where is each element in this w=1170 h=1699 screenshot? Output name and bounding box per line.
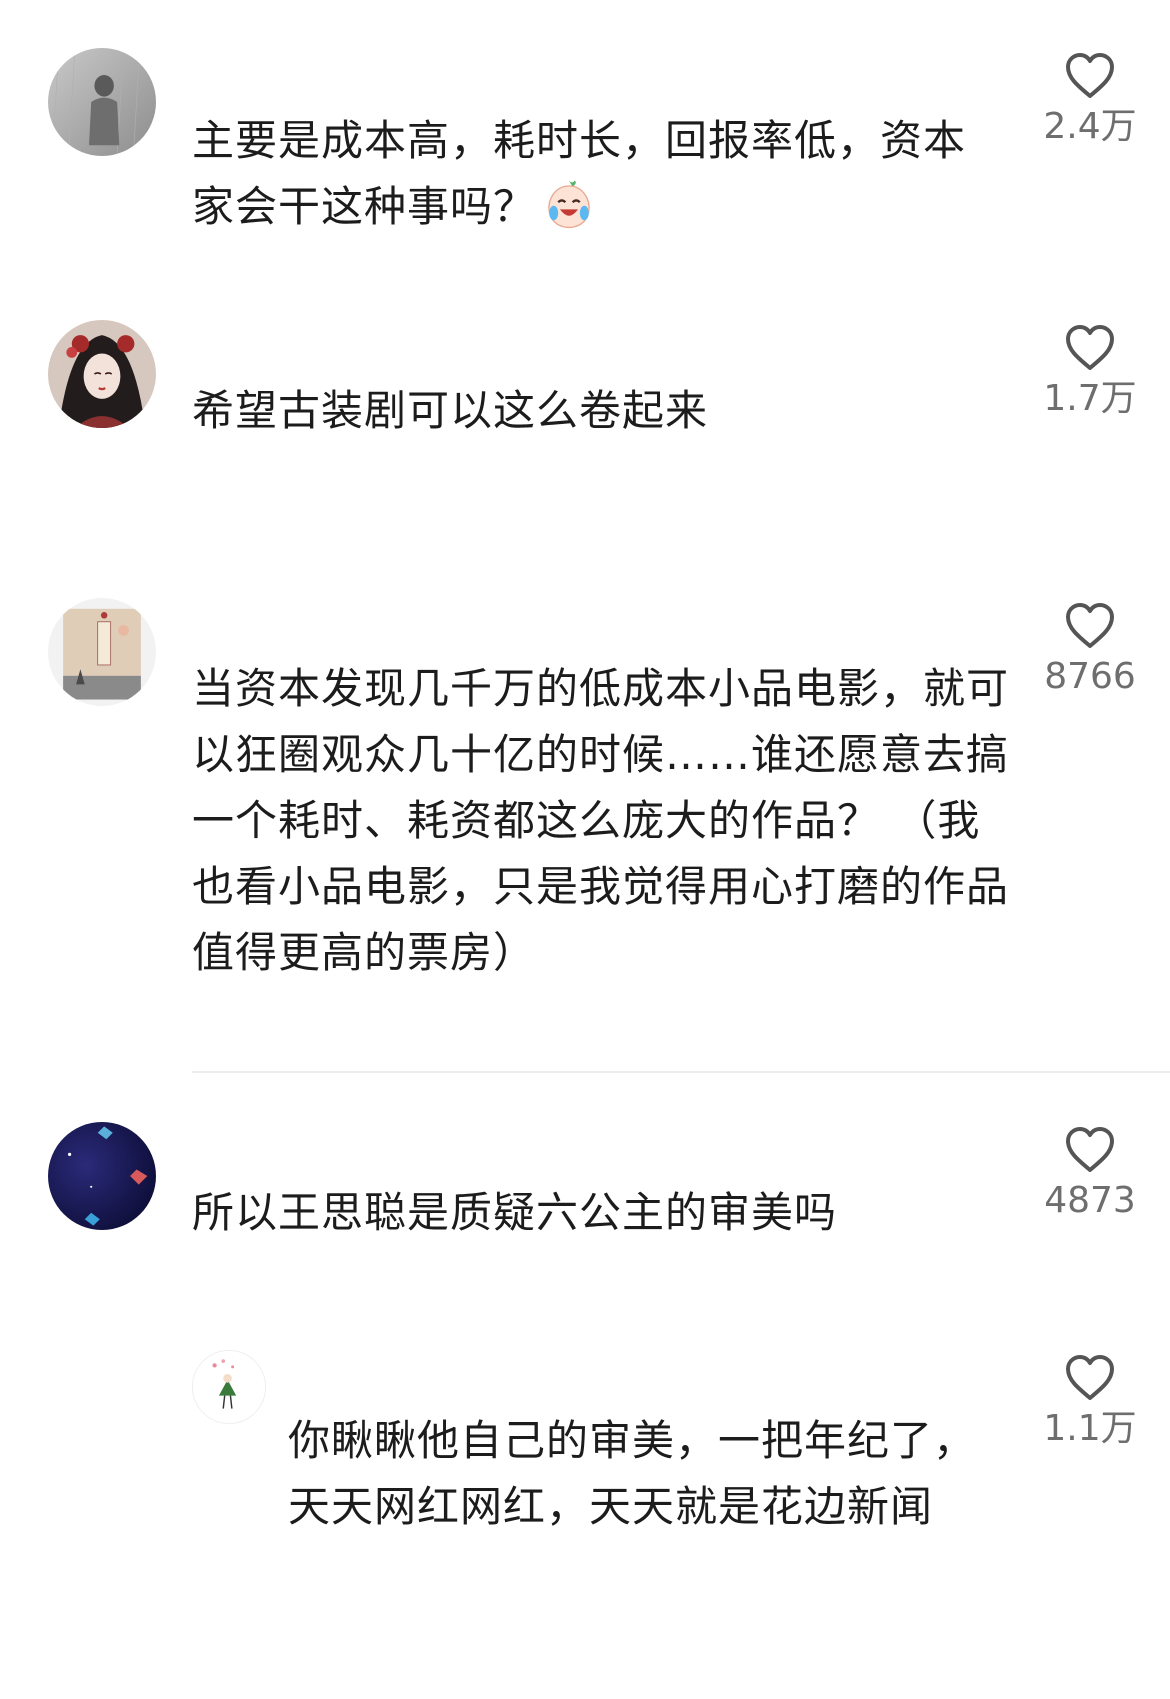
avatar-image (193, 1351, 265, 1423)
like-count: 1.1万 (1043, 1408, 1137, 1449)
heart-outline-icon (1066, 1355, 1114, 1400)
avatar-image (48, 320, 156, 428)
user-avatar[interactable] (192, 1350, 266, 1424)
like-button[interactable]: 8766 (1030, 602, 1150, 698)
like-button[interactable]: 2.4万 (1030, 52, 1150, 148)
heart-outline-icon (1066, 1127, 1114, 1172)
avatar-image (48, 598, 156, 706)
like-count: 2.4万 (1043, 106, 1137, 147)
comment-text: 你瞅瞅他自己的审美，一把年纪了，天天网红网红，天天就是花边新闻 (288, 1416, 977, 1531)
heart-outline-icon (1066, 603, 1114, 648)
like-button[interactable]: 1.7万 (1030, 324, 1150, 420)
avatar-image (48, 1122, 156, 1230)
heart-outline-icon (1066, 325, 1114, 370)
comment-text: 当资本发现几千万的低成本小品电影，就可以狂圈观众几十亿的时候……谁还愿意去搞一个… (192, 664, 1010, 977)
heart-outline-icon (1066, 53, 1114, 98)
divider (192, 1071, 1170, 1073)
comment-text: 希望古装剧可以这么卷起来 (192, 386, 709, 435)
user-avatar[interactable] (48, 598, 156, 706)
like-count: 4873 (1044, 1180, 1136, 1221)
user-avatar[interactable] (48, 48, 156, 156)
avatar-image (48, 48, 156, 156)
like-count: 1.7万 (1043, 378, 1137, 419)
user-avatar[interactable] (48, 1122, 156, 1230)
user-avatar[interactable] (48, 320, 156, 428)
like-button[interactable]: 1.1万 (1030, 1354, 1150, 1450)
comment-text: 所以王思聪是质疑六公主的审美吗 (192, 1188, 838, 1237)
like-button[interactable]: 4873 (1030, 1126, 1150, 1222)
laughing-crying-peach-emoji (548, 180, 590, 229)
comment-text: 主要是成本高，耗时长，回报率低，资本家会干这种事吗？ (192, 116, 967, 231)
like-count: 8766 (1044, 656, 1136, 697)
